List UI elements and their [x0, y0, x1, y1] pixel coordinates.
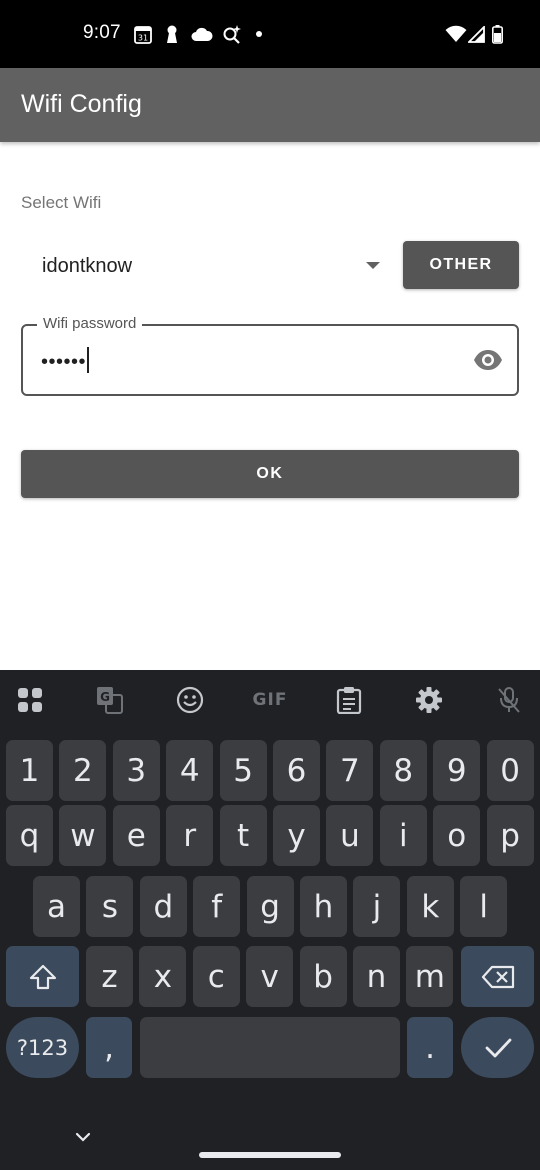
other-button[interactable]: OTHER [403, 241, 519, 289]
status-bar: 9:07 31 [0, 0, 540, 68]
key-q[interactable]: q [6, 805, 53, 866]
soft-keyboard: G GIF 1234567890 qwertyuiop asdfghjkl zx… [0, 670, 540, 1170]
signal-icon [466, 24, 486, 44]
mic-off-icon[interactable] [491, 682, 527, 718]
key-c[interactable]: c [192, 946, 240, 1007]
key-d[interactable]: d [139, 876, 187, 937]
shift-key[interactable] [6, 946, 79, 1007]
symbols-key[interactable]: ?123 [6, 1017, 79, 1078]
status-time: 9:07 [83, 22, 121, 43]
key-z[interactable]: z [86, 946, 133, 1007]
apps-grid-icon[interactable] [12, 682, 48, 718]
shift-arrow-icon [29, 964, 56, 989]
key-3[interactable]: 3 [112, 740, 160, 801]
key-0[interactable]: 0 [486, 740, 534, 801]
backspace-icon [481, 965, 514, 988]
key-1[interactable]: 1 [6, 740, 53, 801]
battery-icon [490, 24, 504, 44]
app-bar: Wifi Config [0, 68, 540, 142]
key-o[interactable]: o [433, 805, 481, 866]
key-m[interactable]: m [406, 946, 454, 1007]
notification-dot-icon [252, 24, 266, 44]
hide-keyboard-chevron-icon[interactable] [74, 1130, 92, 1144]
key-x[interactable]: x [139, 946, 187, 1007]
key-6[interactable]: 6 [273, 740, 320, 801]
key-b[interactable]: b [299, 946, 347, 1007]
key-u[interactable]: u [326, 805, 374, 866]
wifi-dropdown[interactable]: idontknow [21, 238, 391, 294]
password-dots: •••••• [41, 351, 87, 373]
comma-key[interactable]: , [86, 1017, 132, 1078]
keyhole-icon [163, 24, 181, 44]
key-k[interactable]: k [406, 876, 454, 937]
key-s[interactable]: s [86, 876, 134, 937]
key-2[interactable]: 2 [59, 740, 107, 801]
calendar-icon: 31 [134, 24, 152, 44]
key-5[interactable]: 5 [219, 740, 267, 801]
settings-gear-icon[interactable] [411, 682, 447, 718]
key-g[interactable]: g [246, 876, 294, 937]
key-8[interactable]: 8 [379, 740, 427, 801]
svg-text:G: G [100, 690, 110, 704]
check-icon [485, 1038, 511, 1057]
translate-icon[interactable]: G [92, 682, 128, 718]
home-gesture-bar[interactable] [199, 1152, 341, 1158]
wifi-dropdown-value: idontknow [42, 255, 133, 277]
wifi-password-input[interactable]: •••••• [41, 347, 90, 374]
key-4[interactable]: 4 [166, 740, 214, 801]
select-wifi-label: Select Wifi [21, 193, 102, 212]
key-a[interactable]: a [33, 876, 80, 937]
key-t[interactable]: t [219, 805, 267, 866]
key-p[interactable]: p [486, 805, 534, 866]
gif-icon[interactable]: GIF [249, 682, 291, 718]
text-cursor [87, 347, 90, 373]
key-r[interactable]: r [166, 805, 214, 866]
keyboard-toolbar: G GIF [0, 670, 540, 730]
key-h[interactable]: h [300, 876, 347, 937]
dropdown-arrow-icon [366, 262, 380, 269]
key-w[interactable]: w [59, 805, 107, 866]
wifi-password-field[interactable]: Wifi password •••••• [21, 315, 519, 396]
key-j[interactable]: j [353, 876, 401, 937]
search-spark-icon [221, 24, 243, 44]
key-n[interactable]: n [353, 946, 400, 1007]
key-i[interactable]: i [379, 805, 427, 866]
key-y[interactable]: y [273, 805, 320, 866]
space-key[interactable] [140, 1017, 400, 1078]
emoji-icon[interactable] [172, 682, 208, 718]
wifi-password-label: Wifi password [37, 315, 143, 332]
wifi-icon [444, 24, 468, 44]
period-key[interactable]: . [407, 1017, 453, 1078]
gif-label: GIF [252, 690, 288, 710]
key-7[interactable]: 7 [326, 740, 374, 801]
clipboard-icon[interactable] [331, 682, 367, 718]
key-f[interactable]: f [193, 876, 241, 937]
key-v[interactable]: v [246, 946, 294, 1007]
cloud-icon [190, 24, 214, 44]
calendar-day-text: 31 [138, 33, 148, 42]
key-e[interactable]: e [112, 805, 160, 866]
backspace-key[interactable] [461, 946, 534, 1007]
show-password-eye-icon[interactable] [473, 348, 503, 372]
app-title: Wifi Config [21, 90, 142, 118]
key-9[interactable]: 9 [433, 740, 481, 801]
ok-button[interactable]: OK [21, 450, 519, 498]
enter-key[interactable] [461, 1017, 534, 1078]
key-l[interactable]: l [460, 876, 508, 937]
